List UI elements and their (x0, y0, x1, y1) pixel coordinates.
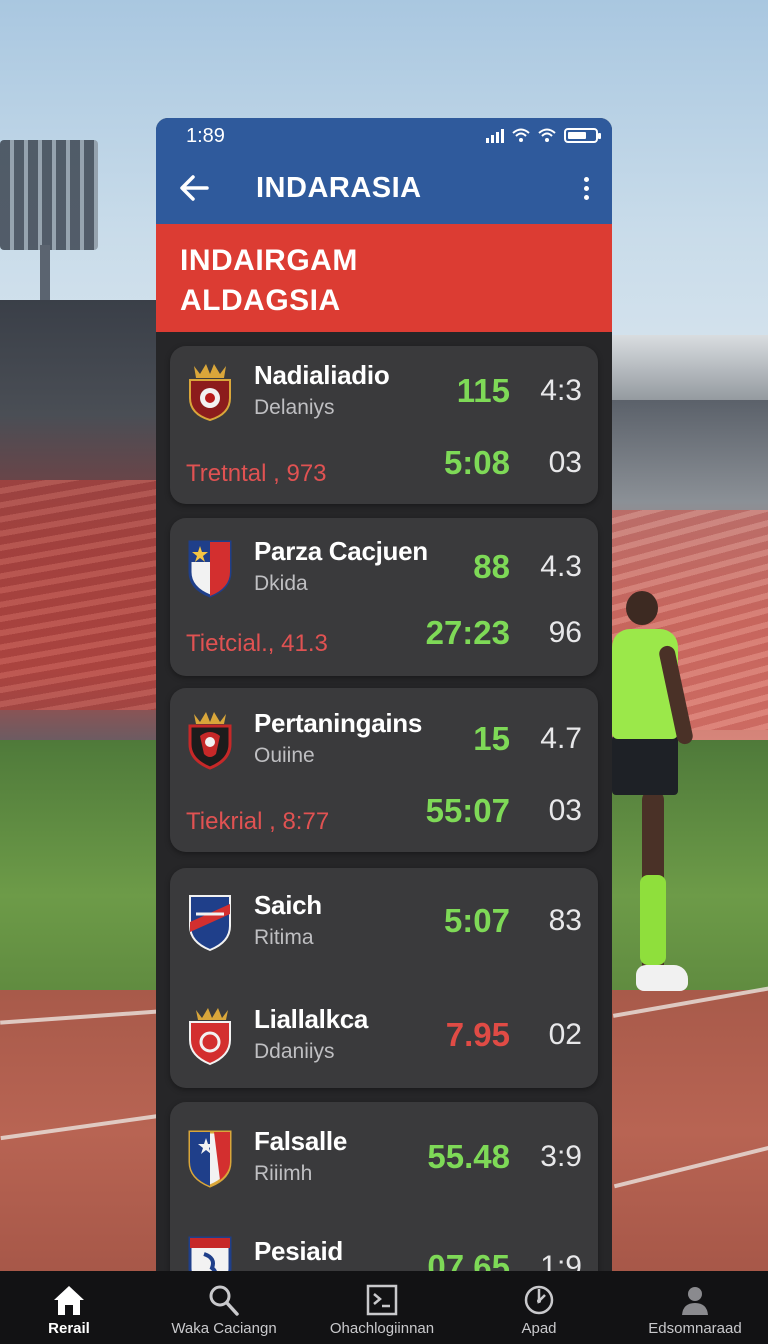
status-time: 1:89 (186, 125, 225, 147)
search-icon (209, 1285, 239, 1316)
match-row: Saich Ritima 5:07 83 (170, 884, 598, 954)
team-subtitle: Riiimh (254, 1162, 313, 1185)
match-meta-odd: 03 (548, 446, 582, 479)
nav-label: Apad (521, 1320, 557, 1337)
match-odd: 4.7 (540, 722, 582, 755)
match-meta-label: Tretntal , 973 (186, 460, 327, 487)
team-name: Parza Cacjuen (254, 536, 428, 566)
match-odd: 4:3 (540, 374, 582, 407)
compass-icon (524, 1285, 554, 1315)
match-card[interactable]: Nadialiadio Delaniys 115 4:3 Tretntal , … (170, 346, 598, 504)
app-bar: INDARASIA (156, 154, 612, 224)
nav-item-compass[interactable]: Apad (500, 1271, 578, 1344)
header-banner: INDAIRGAM ALDAGSIA (156, 224, 612, 332)
team-crest-icon (189, 364, 231, 422)
team-crest-icon (188, 712, 232, 770)
match-meta-odd: 03 (548, 794, 582, 827)
wifi-icon (512, 128, 530, 142)
match-score: 115 (456, 372, 510, 409)
right-stand-roof (612, 335, 768, 405)
team-name: Pertaningains (254, 708, 423, 738)
match-odd: 4.3 (540, 550, 582, 583)
match-card[interactable]: Pertaningains Ouiine 15 4.7 Tiekrial , 8… (170, 688, 598, 852)
team-name: Nadialiadio (254, 360, 390, 390)
team-name: Pesiaid (254, 1236, 343, 1266)
match-score: 55.48 (427, 1138, 510, 1175)
signal-icon (486, 127, 504, 143)
status-bar: 1:89 (156, 118, 612, 154)
match-row: Pertaningains Ouiine 15 4.7 (170, 702, 598, 772)
home-icon (54, 1286, 84, 1315)
profile-icon (682, 1287, 708, 1315)
team-name: Saich (254, 890, 322, 920)
nav-label: Rerail (48, 1320, 90, 1337)
team-crest-icon (188, 1130, 232, 1188)
more-vertical-icon (583, 176, 589, 182)
match-row: Liallalkca Ddaniiys 7.95 02 (170, 998, 598, 1068)
team-subtitle: Ritima (254, 926, 314, 949)
nav-item-terminal[interactable]: Ohachlogiinnan (320, 1271, 444, 1344)
match-score: 7.95 (445, 1016, 510, 1053)
nav-item-search[interactable]: Waka Caciangn (164, 1271, 284, 1344)
match-meta-score: 55:07 (425, 792, 510, 829)
phone-screen: 1:89 INDARASIA INDAIRGAM ALDAGSIA Nadial… (156, 118, 612, 1344)
match-meta-label: Tietcial., 41.3 (186, 630, 328, 657)
match-score: 15 (473, 720, 510, 757)
status-icons (486, 127, 601, 143)
match-odd: 02 (548, 1018, 582, 1051)
match-row: Falsalle Riiimh 55.48 3:9 (170, 1120, 598, 1190)
banner-title-line2: ALDAGSIA (180, 284, 341, 317)
match-meta-odd: 96 (548, 616, 582, 649)
nav-item-profile[interactable]: Edsomnaraad (640, 1271, 750, 1344)
wifi-icon (538, 128, 556, 142)
nav-item-home[interactable]: Rerail (28, 1271, 110, 1344)
floodlights (0, 140, 98, 250)
terminal-icon (366, 1284, 398, 1316)
team-crest-icon (188, 540, 232, 598)
nav-label: Waka Caciangn (171, 1320, 277, 1337)
nav-label: Ohachlogiinnan (329, 1320, 435, 1337)
banner-title-line1: INDAIRGAM (180, 244, 358, 277)
bottom-navigation: Rerail Waka Caciangn Ohachlogiinnan Apad… (0, 1271, 768, 1344)
match-row: Nadialiadio Delaniys 115 4:3 (170, 354, 598, 424)
match-card[interactable]: Parza Cacjuen Dkida 88 4.3 Tietcial., 41… (170, 518, 598, 676)
overflow-menu-button[interactable] (576, 168, 596, 208)
match-score: 88 (473, 548, 510, 585)
match-odd: 3:9 (540, 1140, 582, 1173)
match-meta-score: 27:23 (425, 614, 510, 651)
battery-icon (564, 127, 601, 143)
team-name: Falsalle (254, 1126, 347, 1156)
match-odd: 83 (548, 904, 582, 937)
team-subtitle: Dkida (254, 572, 308, 595)
left-stand-seats (0, 480, 160, 710)
match-list[interactable]: Nadialiadio Delaniys 115 4:3 Tretntal , … (156, 332, 612, 1344)
arrow-left-icon (180, 175, 209, 201)
match-card[interactable]: Saich Ritima 5:07 83 Liallalkca Ddaniiys… (170, 868, 598, 1088)
team-subtitle: Ouiine (254, 744, 315, 767)
back-button[interactable] (174, 168, 214, 208)
team-crest-icon (189, 895, 231, 952)
team-subtitle: Delaniys (254, 396, 335, 419)
match-score: 5:07 (443, 902, 510, 939)
team-subtitle: Ddaniiys (254, 1040, 335, 1063)
match-meta-label: Tiekrial , 8:77 (186, 808, 330, 835)
team-name: Liallalkca (254, 1004, 369, 1034)
match-meta-score: 5:08 (443, 444, 510, 481)
running-player (612, 585, 702, 1015)
match-row: Parza Cacjuen Dkida 88 4.3 (170, 530, 598, 600)
app-title: INDARASIA (256, 172, 422, 204)
nav-label: Edsomnaraad (648, 1320, 742, 1337)
team-crest-icon (189, 1008, 231, 1066)
